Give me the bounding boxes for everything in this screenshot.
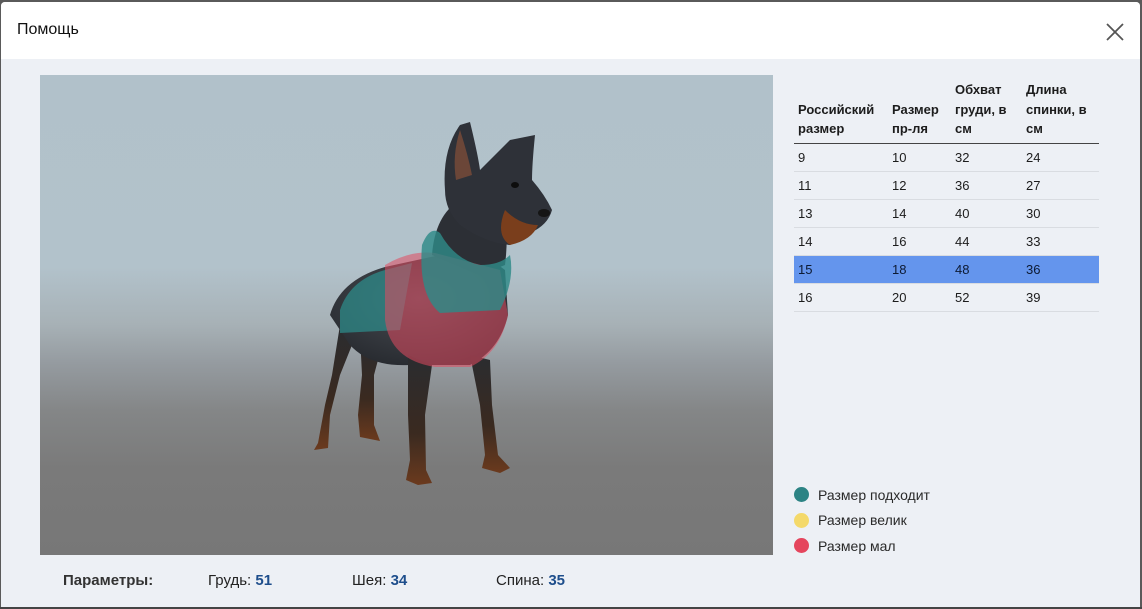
size-table: Российский размер Размер пр-ля Обхват гр… — [794, 80, 1099, 312]
table-cell: 16 — [794, 283, 888, 312]
dialog-title: Помощь — [17, 21, 79, 38]
table-cell: 36 — [951, 171, 1022, 200]
table-cell: 20 — [888, 283, 951, 312]
table-cell: 27 — [1022, 171, 1099, 200]
back-label: Спина: — [496, 572, 545, 589]
legend-label: Размер подходит — [818, 486, 930, 503]
table-row[interactable]: 14 16 44 33 — [794, 227, 1099, 256]
table-cell: 39 — [1022, 283, 1099, 312]
column-header: Размер пр-ля — [888, 80, 951, 144]
dog-3d-viewer[interactable] — [40, 75, 773, 555]
table-row[interactable]: 9 10 32 24 — [794, 143, 1099, 172]
legend-dot-icon — [794, 487, 809, 503]
dialog-header: Помощь — [1, 2, 1140, 59]
legend-item-too-big: Размер велик — [794, 508, 930, 534]
chest-label: Грудь: — [208, 572, 252, 589]
table-cell: 44 — [951, 227, 1022, 256]
legend-dot-icon — [794, 512, 809, 528]
table-row[interactable]: 13 14 40 30 — [794, 199, 1099, 228]
back-value: 35 — [548, 572, 565, 589]
column-header: Длина спинки, в см — [1022, 80, 1099, 144]
table-row[interactable]: 16 20 52 39 — [794, 283, 1099, 312]
table-cell: 30 — [1022, 199, 1099, 228]
table-cell: 10 — [888, 143, 951, 172]
table-cell: 52 — [951, 283, 1022, 312]
legend-item-too-small: Размер мал — [794, 533, 930, 559]
table-cell: 12 — [888, 171, 951, 200]
parameters-label: Параметры: — [63, 572, 154, 589]
table-row[interactable]: 11 12 36 27 — [794, 171, 1099, 200]
table-cell: 14 — [794, 227, 888, 256]
table-header-row: Российский размер Размер пр-ля Обхват гр… — [794, 80, 1099, 144]
chest-value: 51 — [255, 572, 273, 589]
table-cell: 33 — [1022, 227, 1099, 256]
table-cell: 48 — [951, 255, 1022, 284]
close-button[interactable] — [1103, 20, 1127, 44]
legend-label: Размер велик — [818, 512, 907, 529]
back-param: Спина: 35 — [496, 572, 565, 589]
table-cell: 18 — [888, 255, 951, 284]
dog-model — [314, 122, 552, 485]
table-cell: 32 — [951, 143, 1022, 172]
table-cell: 9 — [794, 143, 888, 172]
neck-label: Шея: — [352, 572, 387, 589]
column-header: Российский размер — [794, 80, 888, 144]
table-cell: 40 — [951, 199, 1022, 228]
table-cell: 11 — [794, 171, 888, 200]
chest-param: Грудь: 51 — [208, 572, 272, 589]
help-dialog: Помощь Российский размер Размер пр-ля Об… — [1, 2, 1140, 607]
table-cell: 14 — [888, 199, 951, 228]
table-cell: 13 — [794, 199, 888, 228]
table-row-selected[interactable]: 15 18 48 36 — [794, 255, 1099, 284]
table-cell: 15 — [794, 255, 888, 284]
legend-dot-icon — [794, 538, 809, 554]
table-cell: 36 — [1022, 255, 1099, 284]
neck-param: Шея: 34 — [352, 572, 407, 589]
legend-label: Размер мал — [818, 537, 896, 554]
column-header: Обхват груди, в см — [951, 80, 1022, 144]
close-icon — [1106, 23, 1124, 41]
fit-legend: Размер подходит Размер велик Размер мал — [794, 482, 930, 559]
table-cell: 16 — [888, 227, 951, 256]
legend-item-fits: Размер подходит — [794, 482, 930, 508]
table-cell: 24 — [1022, 143, 1099, 172]
neck-value: 34 — [390, 572, 408, 589]
